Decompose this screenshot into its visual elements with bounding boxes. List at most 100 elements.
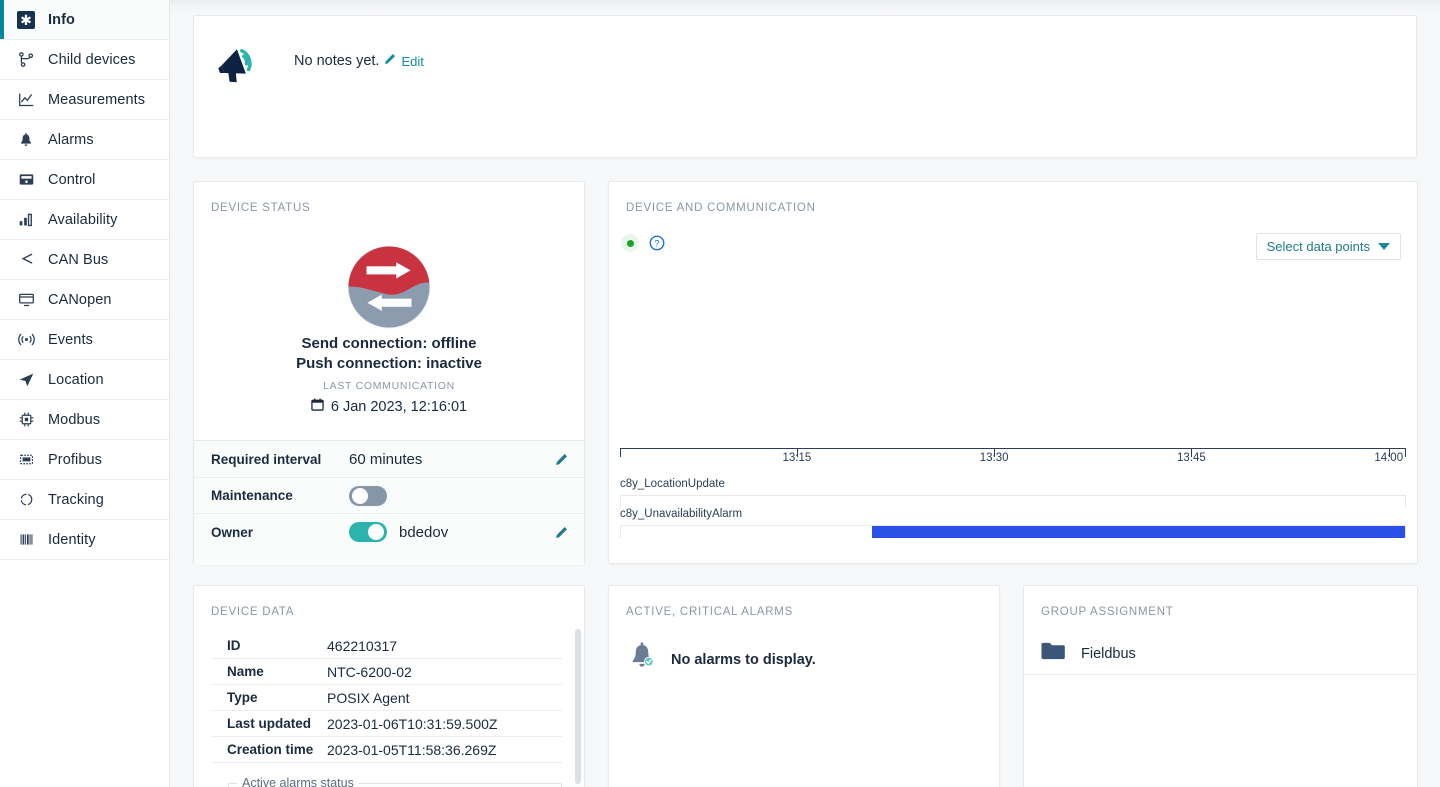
sidebar-item-label: CANopen [48, 291, 112, 308]
share-nodes-icon [16, 250, 36, 270]
sidebar-item-can-bus[interactable]: CAN Bus [0, 240, 169, 280]
edit-notes-link[interactable]: Edit [401, 54, 423, 69]
hierarchy-icon [16, 50, 36, 70]
sidebar-item-label: Alarms [48, 131, 94, 148]
owner-toggle[interactable] [349, 522, 387, 542]
select-data-points-dropdown[interactable]: Select data points [1255, 233, 1401, 260]
communication-status-indicators: ? [621, 234, 665, 252]
active-critical-alarms-card: Active, critical alarms No alarms to dis… [608, 585, 1000, 787]
sidebar-item-label: Modbus [48, 411, 101, 428]
folder-icon [1041, 641, 1065, 666]
sidebar-item-alarms[interactable]: Alarms [0, 120, 169, 160]
table-row: ID 462210317 [211, 633, 562, 659]
timeline-series-track[interactable] [620, 525, 1406, 538]
megaphone-icon [212, 32, 274, 94]
edit-required-interval-button[interactable] [552, 453, 570, 466]
axis-tick-label: 14:00 [1374, 452, 1404, 464]
device-data-key: ID [227, 638, 241, 653]
sidebar-item-identity[interactable]: Identity [0, 520, 169, 560]
chevron-down-icon [1378, 243, 1390, 250]
calendar-icon [311, 398, 324, 415]
last-communication-label: Last communication [323, 380, 455, 392]
maintenance-toggle[interactable] [349, 485, 387, 506]
sidebar-item-label: Child devices [48, 51, 136, 68]
sidebar-item-tracking[interactable]: Tracking [0, 480, 169, 520]
svg-text:✱: ✱ [20, 12, 32, 28]
sidebar-item-child-devices[interactable]: Child devices [0, 40, 169, 80]
notes-empty-text: No notes yet. [294, 53, 380, 69]
device-and-communication-title: Device and communication [626, 202, 816, 214]
sidebar-item-label: Location [48, 371, 104, 388]
device-data-value: 2023-01-05T11:58:36.269Z [327, 741, 497, 758]
last-communication-value: 6 Jan 2023, 12:16:01 [330, 398, 468, 415]
chip-icon [16, 410, 36, 430]
sidebar-item-label: CAN Bus [48, 251, 109, 268]
owner-row: Owner bdedov [194, 514, 584, 550]
maintenance-row: Maintenance [194, 478, 584, 514]
sidebar-item-label: Profibus [48, 451, 102, 468]
asterisk-icon: ✱ [16, 10, 36, 30]
monitor-icon [16, 290, 36, 310]
timeline-series-name: c8y_LocationUpdate [620, 478, 725, 490]
sidebar-item-control[interactable]: Control [0, 160, 169, 200]
sidebar-item-canopen[interactable]: CANopen [0, 280, 169, 320]
device-data-title: Device data [211, 606, 295, 618]
svg-text:?: ? [654, 239, 659, 249]
timeline-series-track[interactable] [620, 495, 1406, 508]
circle-target-icon [16, 490, 36, 510]
axis-tick-label: 13:30 [979, 452, 1009, 464]
edit-owner-button[interactable] [552, 526, 570, 539]
sidebar-item-label: Info [48, 11, 75, 28]
sidebar-item-availability[interactable]: Availability [0, 200, 169, 240]
sidebar-item-events[interactable]: Events [0, 320, 169, 360]
active-alarms-status-legend: Active alarms status [242, 776, 354, 787]
connection-status-text: Send connection: offline Push connection… [194, 334, 584, 374]
sidebar-item-profibus[interactable]: Profibus [0, 440, 169, 480]
sidebar-item-measurements[interactable]: Measurements [0, 80, 169, 120]
group-assignment-card: Group assignment Fieldbus [1023, 585, 1418, 787]
device-status-card: Device status [193, 181, 585, 565]
timeline-interval-bar[interactable] [871, 526, 1405, 538]
timeline-series-name: c8y_UnavailabilityAlarm [620, 508, 743, 520]
device-data-value: 2023-01-06T10:31:59.500Z [327, 715, 498, 732]
sidebar-item-modbus[interactable]: Modbus [0, 400, 169, 440]
push-connection-status: Push connection: inactive [296, 355, 482, 372]
maintenance-label: Maintenance [211, 488, 293, 503]
sidebar-item-label: Events [48, 331, 93, 348]
broadcast-icon [16, 330, 36, 350]
online-status-dot-icon [621, 234, 639, 252]
bar-chart-icon [16, 210, 36, 230]
owner-label: Owner [211, 524, 254, 540]
group-list-item[interactable]: Fieldbus [1024, 633, 1417, 675]
send-connection-status: Send connection: offline [301, 335, 477, 352]
device-info-page: ✱ Info Child devices Measurements Alarms Cont… [0, 0, 1440, 787]
pencil-icon[interactable] [384, 52, 396, 70]
required-interval-row: Required interval 60 minutes [194, 441, 584, 478]
no-alarms-text: No alarms to display. [671, 651, 816, 668]
device-data-key: Name [227, 664, 264, 679]
axis-tick-label: 13:15 [782, 452, 812, 464]
device-status-title: Device status [211, 202, 311, 214]
content-top-shadow [170, 0, 1440, 14]
active-critical-alarms-title: Active, critical alarms [626, 606, 793, 618]
active-alarms-status-section: Active alarms status [228, 776, 562, 787]
bell-check-icon [626, 641, 658, 678]
group-name: Fieldbus [1081, 645, 1136, 662]
sidebar-item-label: Measurements [48, 91, 146, 108]
sidebar-item-label: Control [48, 171, 96, 188]
sidebar-item-info[interactable]: ✱ Info [0, 0, 169, 40]
timeline-axis-labels: 13:15 13:30 13:45 14:00 [620, 452, 1406, 466]
device-data-value: 462210317 [327, 637, 398, 654]
notes-card: No notes yet. Edit [193, 15, 1417, 158]
main-content: No notes yet. Edit Device status [170, 0, 1440, 787]
timeline-series: c8y_UnavailabilityAlarm [620, 508, 1406, 538]
device-data-card: Device data ID 462210317 Name NTC-6200-02 Ty… [193, 585, 585, 787]
device-data-scrollbar[interactable] [575, 629, 581, 784]
table-row: Creation time 2023-01-05T11:58:36.269Z [211, 737, 562, 763]
device-and-communication-card: Device and communication ? Select data p… [608, 181, 1418, 564]
module-icon [16, 450, 36, 470]
connection-status-icon [194, 242, 584, 332]
line-chart-icon [16, 90, 36, 110]
help-circle-icon[interactable]: ? [649, 235, 665, 251]
sidebar-item-location[interactable]: Location [0, 360, 169, 400]
